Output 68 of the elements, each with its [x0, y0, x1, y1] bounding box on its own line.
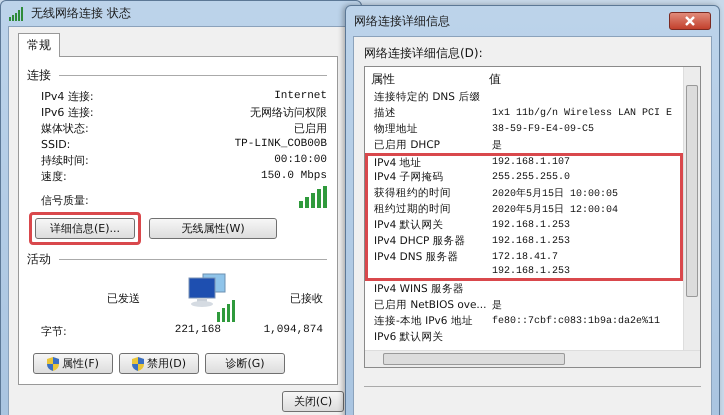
group-heading: 活动: [27, 251, 51, 268]
value-cell: 是: [492, 141, 502, 152]
value-cell: 172.18.41.7: [492, 252, 558, 262]
dialog-button[interactable]: 诊断(G): [205, 353, 285, 374]
value-cell: 255.255.255.0: [492, 172, 570, 182]
field-label: 速度:: [41, 168, 67, 184]
field-value: 已启用: [294, 122, 327, 136]
shield-icon: [132, 356, 144, 370]
window-title: 网络连接详细信息: [354, 12, 450, 30]
dialog-button[interactable]: 禁用(D): [119, 353, 199, 374]
field-label: SSID:: [41, 138, 70, 150]
value-cell: 192.168.1.253: [492, 266, 570, 277]
value-cell: 1x1 11b/g/n Wireless LAN PCI E: [492, 108, 672, 118]
close-button[interactable]: 关闭(C): [282, 391, 344, 412]
property-cell: 已启用 NetBIOS ove...: [374, 299, 486, 311]
property-cell: 租约过期的时间: [374, 203, 451, 215]
property-cell: 物理地址: [374, 123, 418, 135]
list-label: 网络连接详细信息(D):: [364, 45, 484, 62]
field-label: 持续时间:: [41, 152, 89, 168]
property-cell: 连接特定的 DNS 后缀: [374, 91, 480, 103]
signal-bars-icon: [299, 186, 327, 208]
field-value: TP-LINK_COB00B: [234, 138, 327, 150]
property-cell: 连接-本地 IPv6 地址: [374, 315, 473, 327]
dialog-button[interactable]: 详细信息(E)...: [35, 218, 135, 239]
property-cell: IPv4 DNS 服务器: [374, 251, 459, 263]
property-cell: IPv4 默认网关: [374, 219, 444, 231]
field-label: IPv6 连接:: [41, 104, 94, 120]
field-value: Internet: [274, 90, 327, 102]
property-cell: IPv4 子网掩码: [374, 171, 444, 183]
field-label: 媒体状态:: [41, 120, 89, 136]
window-title: 无线网络连接 状态: [31, 5, 131, 22]
horizontal-scrollbar[interactable]: [365, 350, 700, 367]
value-cell: 2020年5月15日 12:00:04: [492, 205, 618, 216]
dialog-button[interactable]: 无线属性(W): [149, 218, 277, 239]
field-value: 无网络访问权限: [250, 106, 327, 120]
value-cell: 2020年5月15日 10:00:05: [492, 189, 618, 200]
value-cell: 192.168.1.253: [492, 220, 570, 230]
property-cell: 已启用 DHCP: [374, 139, 440, 151]
value-cell: 38-59-F9-E4-09-C5: [492, 124, 594, 134]
vertical-scrollbar[interactable]: [683, 67, 700, 350]
shield-icon: [47, 356, 60, 370]
value-cell: fe80::7cbf:c083:1b9a:da2e%11: [492, 316, 660, 326]
close-icon: [685, 16, 695, 26]
property-cell: 获得租约的时间: [374, 187, 451, 199]
value-cell: 192.168.1.253: [492, 236, 570, 246]
field-value: 00:10:00: [274, 154, 327, 166]
property-cell: IPv4 WINS 服务器: [374, 283, 464, 295]
bytes-label: 字节:: [41, 324, 68, 339]
value-cell: 192.168.1.107: [492, 157, 570, 168]
tab[interactable]: 常规: [18, 33, 60, 57]
dialog-button[interactable]: 属性(F): [33, 353, 113, 374]
sent-label: 已发送: [107, 292, 140, 304]
field-value: 150.0 Mbps: [260, 170, 327, 182]
signal-bars-icon: [9, 6, 25, 20]
property-cell: IPv4 DHCP 服务器: [374, 235, 466, 247]
close-button[interactable]: [669, 12, 711, 30]
value-cell: 是: [492, 301, 502, 312]
group-heading: 连接: [27, 67, 51, 84]
received-label: 已接收: [290, 292, 323, 304]
column-header[interactable]: 值: [489, 70, 683, 88]
property-cell: IPv6 默认网关: [374, 331, 444, 343]
field-label: IPv4 连接:: [41, 88, 94, 104]
sent-bytes: 221,168: [174, 324, 221, 338]
property-cell: 描述: [374, 107, 396, 119]
received-bytes: 1,094,874: [262, 324, 323, 338]
property-cell: IPv4 地址: [374, 156, 422, 168]
column-header[interactable]: 属性: [371, 70, 489, 88]
field-label: 信号质量:: [41, 193, 89, 208]
